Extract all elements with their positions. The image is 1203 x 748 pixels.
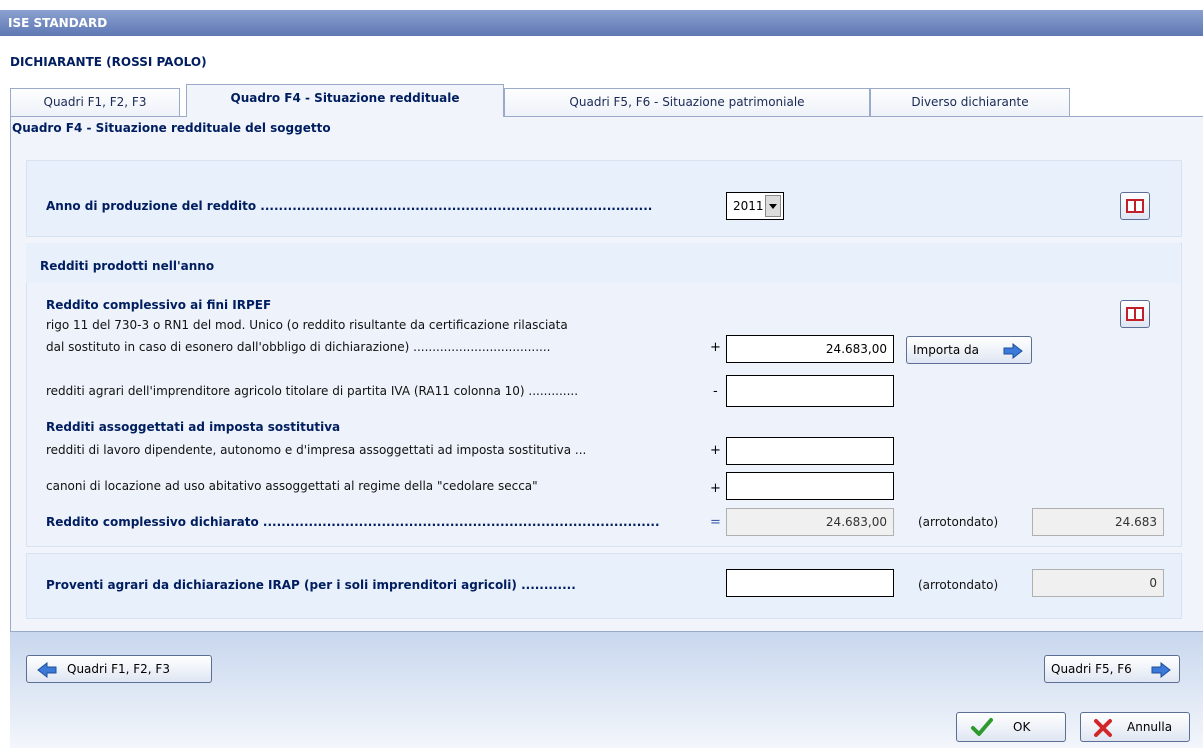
section-subtitle: Quadro F4 - Situazione reddituale del so… <box>12 121 331 135</box>
next-quadri-button[interactable]: Quadri F5, F6 <box>1044 655 1180 683</box>
canoni-input[interactable] <box>726 472 894 500</box>
year-label: Anno di produzione del reddito .........… <box>46 199 653 213</box>
checkmark-icon <box>971 717 993 747</box>
dropdown-arrow-icon[interactable] <box>765 195 781 217</box>
tab-quadri-f5-f6[interactable]: Quadri F5, F6 - Situazione patrimoniale <box>504 88 870 116</box>
totale-input: 24.683,00 <box>726 508 894 536</box>
canoni-label: canoni di locazione ad uso abitativo ass… <box>46 479 538 493</box>
prev-quadri-button[interactable]: Quadri F1, F2, F3 <box>26 655 212 683</box>
irpef-desc-line1: rigo 11 del 730-3 o RN1 del mod. Unico (… <box>46 318 568 332</box>
lavoro-sign: + <box>710 443 721 458</box>
year-value: 2011 <box>733 199 764 213</box>
ok-button[interactable]: OK <box>956 712 1066 742</box>
prev-quadri-label: Quadri F1, F2, F3 <box>67 662 170 676</box>
arrow-right-icon <box>1151 661 1171 687</box>
tab-diverso-dichiarante[interactable]: Diverso dichiarante <box>870 88 1070 116</box>
irap-arrotondato-label: (arrotondato) <box>918 578 999 592</box>
import-button[interactable]: Importa da <box>906 336 1032 364</box>
close-icon <box>1093 718 1113 748</box>
sostitutiva-title: Redditi assoggettati ad imposta sostitut… <box>46 420 341 434</box>
irap-arrotondato-input: 0 <box>1032 569 1164 597</box>
totale-sign: = <box>710 515 721 530</box>
tab-quadri-f1-f2-f3[interactable]: Quadri F1, F2, F3 <box>10 88 180 116</box>
import-button-label: Importa da <box>913 343 979 357</box>
agrari-label: redditi agrari dell'imprenditore agricol… <box>46 384 579 398</box>
window-title: ISE STANDARD <box>0 10 1203 36</box>
irpef-sign: + <box>710 340 721 355</box>
agrari-sign: - <box>713 384 718 399</box>
irpef-input[interactable]: 24.683,00 <box>726 335 894 363</box>
cancel-button[interactable]: Annulla <box>1080 712 1190 742</box>
totale-arrotondato-label: (arrotondato) <box>918 515 999 529</box>
help-book-icon[interactable] <box>1120 192 1150 220</box>
canoni-sign: + <box>710 481 721 496</box>
totale-label: Reddito complessivo dichiarato .........… <box>46 515 660 529</box>
redditi-header: Redditi prodotti nell'anno <box>40 259 215 273</box>
totale-arrotondato-input: 24.683 <box>1032 508 1164 536</box>
arrow-right-icon <box>1003 342 1023 368</box>
help-book-icon[interactable] <box>1120 300 1150 328</box>
irpef-desc-line2: dal sostituto in caso di esonero dall'ob… <box>46 340 551 354</box>
arrow-left-icon <box>37 661 57 687</box>
irap-input[interactable] <box>726 569 894 597</box>
declarer-label: DICHIARANTE (ROSSI PAOLO) <box>10 55 207 69</box>
tab-bar: Quadri F1, F2, F3 Quadro F4 - Situazione… <box>10 84 1203 117</box>
cancel-label: Annulla <box>1127 720 1173 734</box>
next-quadri-label: Quadri F5, F6 <box>1051 662 1132 676</box>
ok-label: OK <box>1013 720 1031 734</box>
lavoro-input[interactable] <box>726 437 894 465</box>
year-select[interactable]: 2011 <box>726 192 784 220</box>
tab-quadro-f4[interactable]: Quadro F4 - Situazione reddituale <box>186 84 504 117</box>
irpef-title: Reddito complessivo ai fini IRPEF <box>46 298 272 312</box>
lavoro-label: redditi di lavoro dipendente, autonomo e… <box>46 443 587 457</box>
irap-label: Proventi agrari da dichiarazione IRAP (p… <box>46 578 576 592</box>
agrari-input[interactable] <box>726 375 894 407</box>
